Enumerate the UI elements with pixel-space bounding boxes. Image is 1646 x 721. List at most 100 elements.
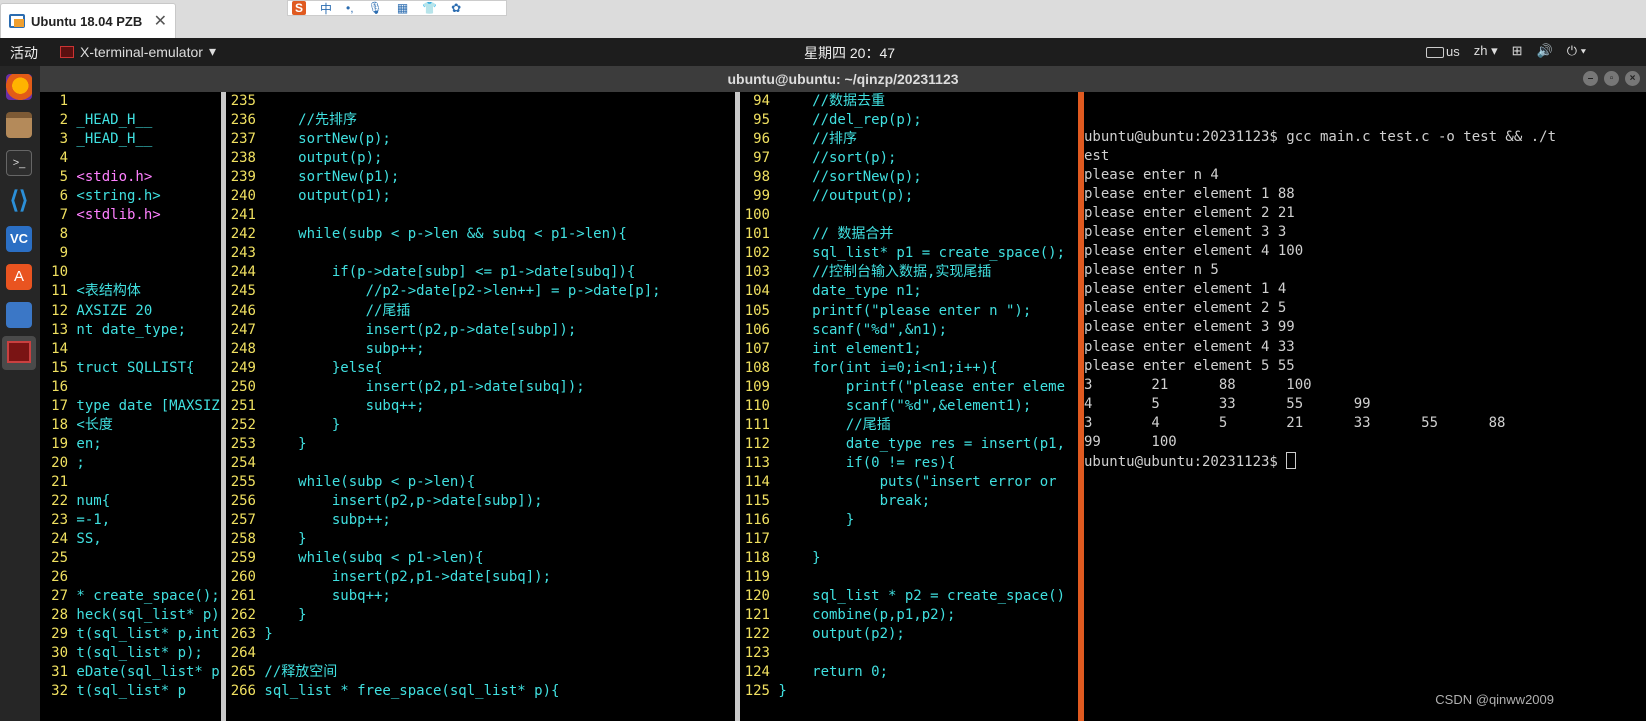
code-line: 110 scanf("%d",&element1); xyxy=(740,397,1076,416)
terminal-prompt[interactable]: ubuntu@ubuntu:20231123$ xyxy=(1084,451,1646,472)
line-number: 262 xyxy=(230,607,256,624)
code-text: sql_list* p1 = create_space(); xyxy=(770,245,1066,262)
vim-split-right[interactable]: 94 //数据去重 95 //del_rep(p); 96 //排序 97 //sor… xyxy=(740,92,1076,721)
code-text: scanf("%d",&n1); xyxy=(770,321,948,338)
ime-punct-icon[interactable]: •, xyxy=(346,1,354,15)
line-number: 14 xyxy=(51,340,68,357)
network-icon[interactable]: ⊞ xyxy=(1512,43,1523,59)
line-number: 28 xyxy=(51,607,68,624)
code-line: 13 nt date_type; xyxy=(40,321,222,340)
line-number: 125 xyxy=(744,683,770,700)
code-text: //先排序 xyxy=(256,112,358,129)
system-tray[interactable]: us zh ▾ ⊞ 🔊 ⏻ ▾ xyxy=(1426,43,1586,59)
close-icon[interactable]: ✕ xyxy=(154,11,167,31)
activities-button[interactable]: 活动 xyxy=(10,43,38,63)
code-line: 248 subp++; xyxy=(226,340,736,359)
vim-split-left[interactable]: 1 2 _HEAD_H__ 3 _HEAD_H__ 4 5 <stdio.h> 6 <… xyxy=(40,92,222,721)
code-line: 264 xyxy=(226,644,736,663)
code-text: } xyxy=(256,435,307,452)
line-number: 242 xyxy=(230,226,256,243)
code-line: 99 //output(p); xyxy=(740,187,1076,206)
line-number: 114 xyxy=(744,473,770,490)
line-number: 263 xyxy=(230,626,256,643)
keyboard-layout[interactable]: us xyxy=(1426,44,1460,59)
code-line: 16 xyxy=(40,378,222,397)
code-text: while(subq < p1->len){ xyxy=(256,550,484,567)
volume-icon[interactable]: 🔊 xyxy=(1537,43,1553,59)
xterm-active-icon[interactable] xyxy=(2,336,36,370)
code-line: 2 _HEAD_H__ xyxy=(40,111,222,130)
line-number: 32 xyxy=(51,683,68,700)
code-text: if(0 != res){ xyxy=(770,454,956,471)
software-store-icon[interactable]: A xyxy=(6,264,32,290)
line-number: 236 xyxy=(230,112,256,129)
line-number: 255 xyxy=(230,473,256,490)
code-line: 9 xyxy=(40,244,222,263)
code-line: 95 //del_rep(p); xyxy=(740,111,1076,130)
visual-paradigm-icon[interactable]: VC xyxy=(6,226,32,252)
line-number: 235 xyxy=(230,93,256,109)
minimize-icon[interactable]: – xyxy=(1583,71,1598,86)
code-text: } xyxy=(256,531,307,548)
code-text: t(sql_list* p xyxy=(68,683,187,700)
code-text: <string.h> xyxy=(68,188,161,205)
terminal-dock-icon[interactable]: >_ xyxy=(6,150,32,176)
line-number: 16 xyxy=(51,378,68,395)
keyboard-icon xyxy=(1426,46,1444,58)
ime-mic-icon[interactable]: 🎙 xyxy=(368,1,383,15)
firefox-icon[interactable] xyxy=(6,74,32,100)
code-line: 12 AXSIZE 20 xyxy=(40,302,222,321)
line-number: 103 xyxy=(744,264,770,281)
network-tool-icon[interactable] xyxy=(6,302,32,328)
input-language[interactable]: zh ▾ xyxy=(1474,43,1498,59)
code-line: 18 <长度 xyxy=(40,416,222,435)
vm-tab[interactable]: Ubuntu 18.04 PZB ✕ xyxy=(0,3,176,38)
code-text: <stdio.h> xyxy=(68,169,153,186)
code-text: heck(sql_list* p) xyxy=(68,607,220,624)
vscode-icon[interactable]: ⟨⟩ xyxy=(6,188,32,214)
code-line: 258 } xyxy=(226,530,736,549)
maximize-icon[interactable]: ▫ xyxy=(1604,71,1619,86)
line-number: 2 xyxy=(59,112,68,129)
ime-toolbox-icon[interactable]: ✿ xyxy=(451,1,461,15)
terminal-output: ubuntu@ubuntu:20231123$ gcc main.c test.… xyxy=(1084,92,1646,472)
code-line: 245 //p2->date[p2->len++] = p->date[p]; xyxy=(226,282,736,301)
vim-split-middle[interactable]: 235 236 //先排序 237 sortNew(p); 238 output(p… xyxy=(226,92,736,721)
files-icon[interactable] xyxy=(6,112,32,138)
clock[interactable]: 星期四 20：47 xyxy=(804,43,895,63)
line-number: 261 xyxy=(230,588,256,605)
code-text: sql_list * p2 = create_space() xyxy=(770,588,1066,605)
ime-keyboard-icon[interactable]: ▦ xyxy=(397,1,408,15)
terminal-pane[interactable]: ubuntu@ubuntu:20231123$ gcc main.c test.… xyxy=(1084,92,1646,721)
code-text: //释放空间 xyxy=(256,664,338,681)
code-line: 253 } xyxy=(226,435,736,454)
code-text: num{ xyxy=(68,492,111,509)
code-line: 236 //先排序 xyxy=(226,111,736,130)
close-window-icon[interactable]: × xyxy=(1625,71,1640,86)
code-text: //尾插 xyxy=(256,302,411,319)
code-text: //sortNew(p); xyxy=(770,169,922,186)
code-line: 257 subp++; xyxy=(226,511,736,530)
code-text: <长度 xyxy=(68,416,113,433)
code-text: } xyxy=(770,550,821,567)
line-number: 247 xyxy=(230,321,256,338)
sogou-icon[interactable]: S xyxy=(292,1,307,15)
app-menu[interactable]: X-terminal-emulator ▾ xyxy=(60,43,216,60)
power-icon[interactable]: ⏻ ▾ xyxy=(1567,43,1586,59)
code-line: 251 subq++; xyxy=(226,397,736,416)
code-line: 243 xyxy=(226,244,736,263)
ime-chinese-icon[interactable]: 中 xyxy=(320,0,332,17)
keyboard-layout-label: us xyxy=(1446,43,1460,59)
ime-skin-icon[interactable]: 👕 xyxy=(422,1,437,15)
code-text: //尾插 xyxy=(770,416,891,433)
code-line: 31 eDate(sql_list* p xyxy=(40,663,222,682)
code-line: 32 t(sql_list* p xyxy=(40,682,222,701)
app-menu-label: X-terminal-emulator xyxy=(80,43,203,60)
code-text: subp++; xyxy=(256,340,425,357)
code-text: //控制台输入数据,实现尾插 xyxy=(770,264,992,281)
code-line: 111 //尾插 xyxy=(740,416,1076,435)
